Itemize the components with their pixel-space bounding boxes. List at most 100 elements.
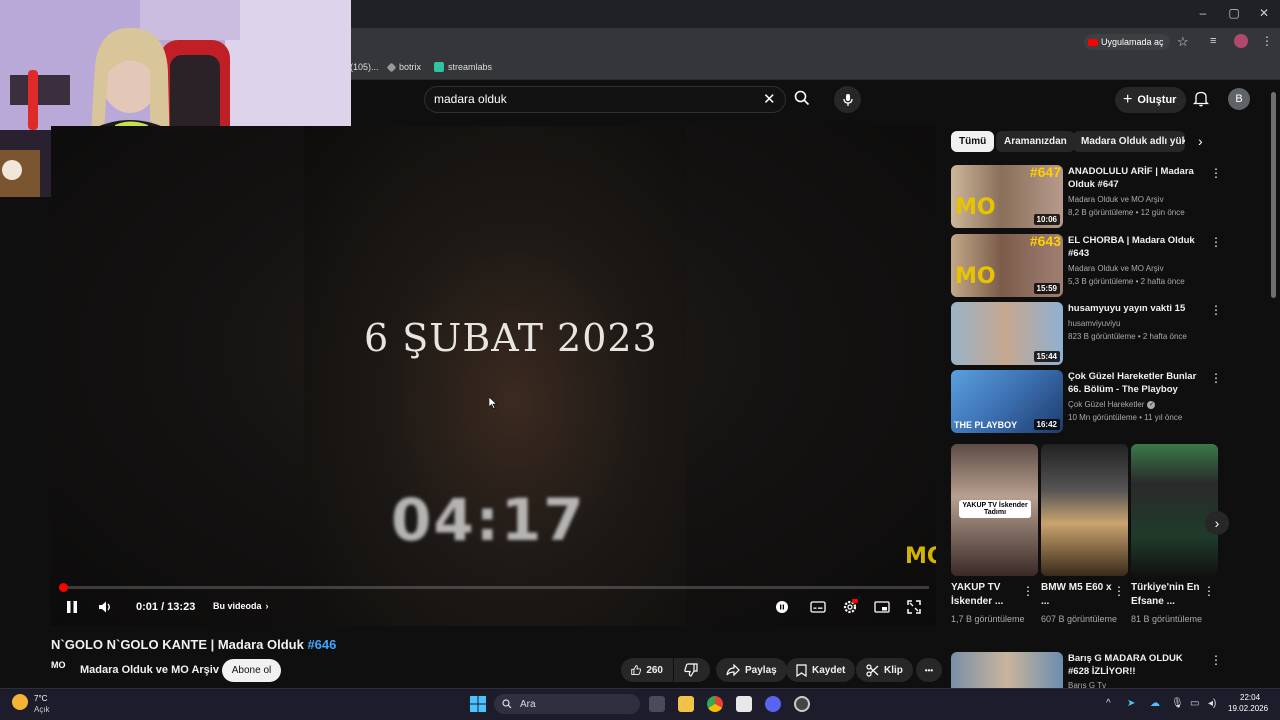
short-thumbnail[interactable] bbox=[1041, 444, 1128, 576]
network-icon[interactable]: ▭ bbox=[1190, 698, 1199, 709]
share-button[interactable]: Paylaş bbox=[716, 658, 787, 682]
streamlabs-icon bbox=[434, 62, 444, 72]
volume-tray-icon[interactable]: ◂) bbox=[1208, 698, 1216, 709]
page-scrollbar[interactable] bbox=[1271, 92, 1276, 298]
microphone-tray-icon[interactable]: 🎙 bbox=[1171, 698, 1184, 709]
account-avatar[interactable]: B bbox=[1228, 88, 1250, 110]
dislike-button[interactable] bbox=[674, 658, 710, 682]
short-thumbnail[interactable] bbox=[1131, 444, 1218, 576]
clock-time[interactable]: 22:04 bbox=[1240, 693, 1260, 702]
rec-menu-icon[interactable]: ⋮ bbox=[1210, 371, 1222, 385]
short-thumbnail[interactable]: YAKUP TV İskender Tadımı bbox=[951, 444, 1038, 576]
rec-channel-row[interactable]: Çok Güzel Hareketler ✓ bbox=[1068, 398, 1208, 411]
taskbar-search[interactable]: Ara bbox=[494, 694, 640, 714]
bookmark-item[interactable]: botrix bbox=[386, 62, 421, 72]
rec-title[interactable]: Barış G MADARA OLDUK #628 İZLİYOR!! bbox=[1068, 652, 1204, 678]
clock-date[interactable]: 19.02.2026 bbox=[1228, 704, 1268, 713]
rec-thumbnail[interactable]: THE PLAYBOY 16:42 bbox=[951, 370, 1063, 433]
overlay-date-text: 6 ŞUBAT 2023 bbox=[364, 316, 658, 360]
chapters-button[interactable]: Bu videoda › bbox=[213, 601, 269, 611]
maximize-button[interactable]: ▢ bbox=[1224, 6, 1244, 20]
rec-menu-icon[interactable]: ⋮ bbox=[1210, 653, 1222, 667]
onedrive-icon[interactable]: ☁ bbox=[1150, 698, 1160, 709]
shorts-next-button[interactable]: › bbox=[1205, 511, 1229, 535]
save-button[interactable]: Kaydet bbox=[786, 658, 856, 682]
autoplay-toggle[interactable] bbox=[775, 600, 789, 614]
rec-channel[interactable]: Madara Olduk ve MO Arşiv bbox=[1068, 193, 1208, 206]
progress-bar[interactable] bbox=[59, 583, 929, 592]
short-menu-icon[interactable]: ⋮ bbox=[1113, 584, 1125, 598]
rec-thumbnail[interactable]: MO #643 15:59 bbox=[951, 234, 1063, 297]
rec-thumbnail[interactable]: 15:44 bbox=[951, 302, 1063, 365]
tab-search-icon[interactable]: ≡ bbox=[1210, 35, 1216, 47]
rec-thumbnail[interactable]: MO #647 10:06 bbox=[951, 165, 1063, 228]
more-actions-button[interactable]: ••• bbox=[916, 658, 942, 682]
rec-menu-icon[interactable]: ⋮ bbox=[1210, 303, 1222, 317]
close-window-button[interactable]: ✕ bbox=[1254, 6, 1274, 20]
chip-all[interactable]: Tümü bbox=[951, 131, 995, 152]
profile-icon[interactable] bbox=[1234, 34, 1248, 48]
windows-start-icon[interactable] bbox=[470, 696, 486, 712]
rec-meta: 10 Mn görüntüleme • 11 yıl önce bbox=[1068, 413, 1183, 422]
clip-button[interactable]: Klip bbox=[856, 658, 913, 682]
rec-menu-icon[interactable]: ⋮ bbox=[1210, 166, 1222, 180]
rec-title[interactable]: ANADOLULU ARİF | Madara Olduk #647 bbox=[1068, 165, 1204, 191]
progress-scrubber[interactable] bbox=[59, 583, 68, 592]
settings-button[interactable] bbox=[842, 599, 858, 615]
file-explorer-icon[interactable] bbox=[678, 696, 694, 712]
video-player[interactable]: 6 ŞUBAT 2023 04:17 MO 0:01 / 13:23 Bu vi… bbox=[51, 126, 936, 626]
short-title[interactable]: YAKUP TV İskender ... bbox=[951, 581, 1029, 609]
channel-name[interactable]: Madara Olduk ve MO Arşiv bbox=[80, 664, 219, 676]
autoplay-icon bbox=[776, 601, 788, 613]
rec-menu-icon[interactable]: ⋮ bbox=[1210, 235, 1222, 249]
short-menu-icon[interactable]: ⋮ bbox=[1203, 584, 1215, 598]
miniplayer-button[interactable] bbox=[874, 600, 890, 614]
rec-title[interactable]: Çok Güzel Hareketler Bunlar 66. Bölüm - … bbox=[1068, 370, 1204, 396]
short-title[interactable]: BMW M5 E60 x ... bbox=[1041, 581, 1119, 609]
rec-title[interactable]: husamyuyu yayın vakti 15 bbox=[1068, 302, 1204, 315]
bookmark-item[interactable]: streamlabs bbox=[434, 62, 492, 72]
rec-title[interactable]: EL CHORBA | Madara Olduk #643 bbox=[1068, 234, 1204, 260]
chrome-icon[interactable] bbox=[707, 696, 723, 712]
plus-icon: + bbox=[1123, 91, 1133, 108]
rec-channel[interactable]: Madara Olduk ve MO Arşiv bbox=[1068, 262, 1208, 275]
menu-kebab-icon[interactable]: ⋮ bbox=[1261, 34, 1273, 48]
obs-icon[interactable] bbox=[794, 696, 810, 712]
rec-thumbnail[interactable] bbox=[951, 652, 1063, 688]
tray-chevron-icon[interactable]: ^ bbox=[1106, 698, 1111, 709]
weather-moon-icon[interactable] bbox=[12, 694, 28, 710]
discord-icon[interactable] bbox=[765, 696, 781, 712]
search-input[interactable] bbox=[434, 92, 734, 106]
clear-search-icon[interactable]: ✕ bbox=[763, 90, 776, 108]
chip-from-search[interactable]: Aramanızdan bbox=[996, 131, 1075, 152]
channel-watermark[interactable]: MO bbox=[905, 544, 936, 569]
video-hashtag-link[interactable]: #646 bbox=[307, 637, 336, 652]
subtitles-button[interactable] bbox=[810, 600, 826, 614]
chevron-right-icon[interactable]: › bbox=[1198, 133, 1203, 149]
create-button[interactable]: + Oluştur bbox=[1115, 87, 1187, 113]
notifications-bell-icon[interactable] bbox=[1192, 90, 1210, 107]
rec-meta: 5,3 B görüntüleme • 2 hafta önce bbox=[1068, 277, 1185, 286]
like-button[interactable]: 260 bbox=[621, 658, 673, 682]
fullscreen-button[interactable] bbox=[907, 600, 921, 614]
voice-search-button[interactable] bbox=[834, 86, 861, 113]
rec-channel[interactable]: Barış G Tv bbox=[1068, 679, 1208, 688]
volume-button[interactable] bbox=[98, 600, 114, 614]
short-title[interactable]: Türkiye'nin En Efsane ... bbox=[1131, 581, 1209, 609]
minimize-button[interactable]: – bbox=[1193, 6, 1213, 20]
search-icon bbox=[502, 699, 512, 709]
bookmark-item[interactable]: (105)... bbox=[350, 62, 379, 72]
short-menu-icon[interactable]: ⋮ bbox=[1022, 584, 1034, 598]
open-in-app-button[interactable]: Uygulamada aç bbox=[1084, 34, 1170, 50]
subscribe-button[interactable]: Abone ol bbox=[222, 659, 281, 682]
bookmark-star-icon[interactable]: ☆ bbox=[1177, 34, 1189, 50]
rec-channel[interactable]: husamviyuviyu bbox=[1068, 317, 1208, 330]
pause-button[interactable] bbox=[65, 600, 79, 614]
telegram-icon[interactable]: ➤ bbox=[1127, 698, 1135, 709]
task-view-icon[interactable] bbox=[649, 696, 665, 712]
channel-avatar[interactable]: MO bbox=[51, 660, 73, 680]
store-icon[interactable] bbox=[736, 696, 752, 712]
search-icon[interactable] bbox=[794, 90, 810, 106]
chip-from-uploader[interactable]: Madara Olduk adlı yükleyiciden bbox=[1073, 131, 1185, 152]
weather-temp[interactable]: 7°C bbox=[34, 694, 47, 703]
